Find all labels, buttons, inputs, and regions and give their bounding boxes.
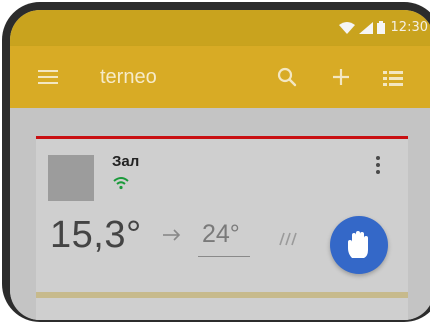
heating-mode-icon	[278, 232, 300, 246]
app-title: terneo	[100, 66, 157, 88]
phone-frame: 12:30 terneo Зал 15,3° 24°	[2, 2, 430, 322]
status-icons: 12:30	[338, 20, 428, 35]
next-card-edge	[36, 292, 408, 298]
content-area: Зал 15,3° 24°	[10, 108, 430, 320]
zone-name: Зал	[112, 153, 140, 170]
menu-icon[interactable]	[38, 70, 58, 84]
status-time: 12:30	[390, 20, 428, 35]
target-underline	[198, 256, 250, 257]
zone-thumbnail	[48, 155, 94, 201]
add-icon[interactable]	[330, 66, 352, 88]
hand-icon	[348, 231, 368, 258]
device-screen: 12:30 terneo Зал 15,3° 24°	[10, 10, 430, 320]
more-options-icon[interactable]	[376, 156, 382, 176]
signal-icon	[358, 21, 373, 34]
current-temperature: 15,3°	[50, 214, 142, 256]
list-icon[interactable]	[382, 68, 404, 88]
wifi-icon	[338, 21, 355, 34]
target-temperature[interactable]: 24°	[202, 220, 240, 249]
manual-mode-button[interactable]	[330, 216, 388, 274]
wifi-icon	[112, 176, 130, 190]
card-accent-line	[36, 136, 408, 139]
arrow-right-icon	[162, 228, 182, 242]
status-bar: 12:30	[10, 10, 430, 46]
app-bar: terneo	[10, 46, 430, 108]
battery-icon	[376, 21, 385, 34]
search-icon[interactable]	[276, 66, 298, 88]
